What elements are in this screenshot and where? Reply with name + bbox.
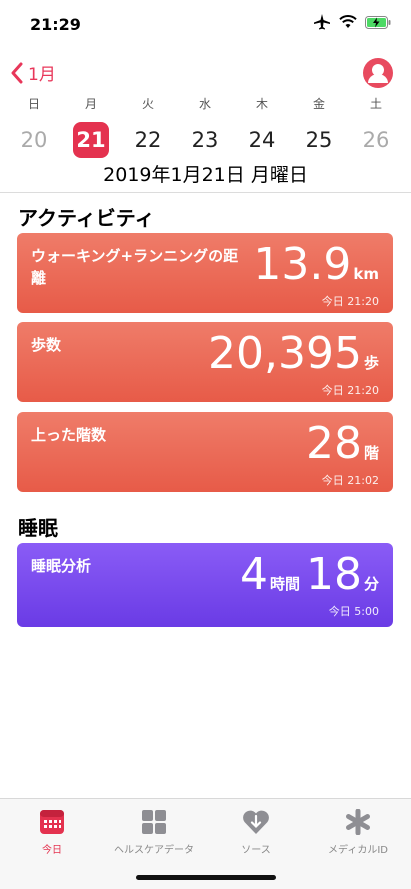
distance-card[interactable]: ウォーキング+ランニングの距離 13.9 km 今日 21:20 — [17, 233, 393, 313]
back-label: 1月 — [28, 65, 56, 85]
date-cell[interactable]: 25 — [301, 122, 337, 158]
weekday-label: 月 — [84, 97, 97, 111]
battery-charging-icon — [365, 15, 391, 29]
card-label: 睡眠分析 — [31, 557, 92, 575]
tab-bar: 今日 ヘルスケアデータ ソース メディカルID — [0, 798, 411, 889]
status-bar: 21:29 — [0, 0, 411, 50]
full-date-label: 2019年1月21日 月曜日 — [103, 164, 308, 186]
sleep-analysis-card[interactable]: 睡眠分析 4 時間 18 分 今日 5:00 — [17, 543, 393, 627]
date-cell[interactable]: 22 — [130, 122, 166, 158]
profile-avatar-button[interactable] — [363, 58, 393, 88]
weekday-header: 日 月 火 水 木 金 土 — [0, 95, 411, 115]
tab-label: ヘルスケアデータ — [114, 845, 194, 856]
activity-section-title: アクティビティ — [18, 206, 155, 230]
date-strip: 20 21 22 23 24 25 26 — [0, 122, 411, 158]
tab-today[interactable]: 今日 — [2, 807, 102, 856]
card-timestamp: 今日 5:00 — [328, 605, 379, 618]
card-unit: km — [353, 265, 379, 283]
weekday-label: 日 — [27, 97, 40, 111]
card-timestamp: 今日 21:02 — [321, 474, 379, 487]
card-label: 上った階数 — [31, 426, 107, 444]
tab-health-data[interactable]: ヘルスケアデータ — [104, 807, 204, 856]
card-unit: 階 — [363, 444, 379, 462]
card-value: 28 — [305, 418, 362, 469]
person-icon — [364, 59, 392, 87]
weekday-label: 火 — [141, 97, 154, 111]
airplane-icon — [314, 14, 330, 30]
divider — [0, 192, 411, 193]
date-cell[interactable]: 20 — [16, 122, 52, 158]
back-button[interactable]: 1月 — [10, 60, 56, 85]
card-value-minutes: 18 — [305, 549, 362, 600]
date-cell[interactable]: 23 — [187, 122, 223, 158]
weekday-label: 土 — [369, 97, 382, 111]
asterisk-icon — [346, 809, 370, 835]
card-label: ウォーキング+ランニングの距離 — [31, 247, 239, 287]
today-calendar-icon — [40, 810, 64, 834]
card-value: 20,395 — [208, 328, 362, 379]
card-unit: 歩 — [363, 354, 379, 372]
weekday-label: 金 — [312, 97, 325, 111]
flights-card[interactable]: 上った階数 28 階 今日 21:02 — [17, 412, 393, 492]
tab-label: メディカルID — [328, 845, 388, 856]
tab-sources[interactable]: ソース — [206, 807, 306, 856]
steps-card[interactable]: 歩数 20,395 歩 今日 21:20 — [17, 322, 393, 402]
card-unit-hours: 時間 — [269, 575, 300, 593]
weekday-label: 木 — [255, 97, 268, 111]
tab-medical-id[interactable]: メディカルID — [308, 807, 408, 856]
sleep-section-title: 睡眠 — [18, 516, 58, 540]
home-indicator — [136, 875, 276, 880]
date-cell-selected[interactable]: 21 — [73, 122, 109, 158]
card-timestamp: 今日 21:20 — [321, 384, 379, 397]
date-cell[interactable]: 24 — [244, 122, 280, 158]
card-unit-minutes: 分 — [363, 575, 379, 593]
wifi-icon — [339, 15, 357, 28]
tab-label: 今日 — [42, 845, 62, 856]
card-value-hours: 4 — [239, 549, 268, 600]
tab-label: ソース — [241, 845, 271, 856]
status-time: 21:29 — [30, 15, 81, 34]
date-cell[interactable]: 26 — [358, 122, 394, 158]
source-heart-icon — [243, 810, 269, 834]
grid-icon — [142, 810, 166, 834]
card-value: 13.9 — [253, 239, 352, 290]
weekday-label: 水 — [198, 97, 211, 111]
card-timestamp: 今日 21:20 — [321, 295, 379, 308]
chevron-left-icon — [11, 62, 23, 83]
